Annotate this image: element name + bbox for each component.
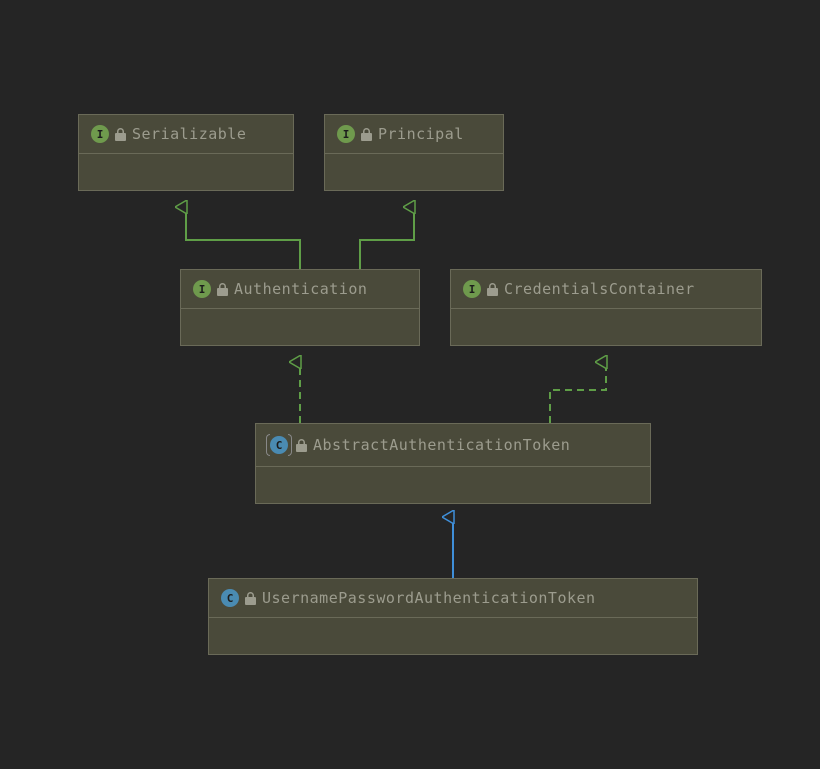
node-title: UsernamePasswordAuthenticationToken <box>262 589 596 607</box>
lock-icon <box>115 128 126 141</box>
interface-icon: I <box>463 280 481 298</box>
node-body <box>325 154 503 190</box>
class-icon: C <box>270 436 288 454</box>
lock-icon <box>487 283 498 296</box>
node-username-password-authentication-token[interactable]: C UsernamePasswordAuthenticationToken <box>208 578 698 655</box>
node-title: AbstractAuthenticationToken <box>313 436 570 454</box>
node-body <box>79 154 293 190</box>
edge-abstract-to-credentials <box>550 362 606 423</box>
lock-icon <box>296 439 307 452</box>
node-body <box>181 309 419 345</box>
node-title: Serializable <box>132 125 246 143</box>
node-title: Principal <box>378 125 464 143</box>
node-principal[interactable]: I Principal <box>324 114 504 191</box>
edge-auth-to-principal <box>360 207 414 269</box>
interface-icon: I <box>337 125 355 143</box>
node-header: I Serializable <box>79 115 293 154</box>
lock-icon <box>361 128 372 141</box>
node-serializable[interactable]: I Serializable <box>78 114 294 191</box>
interface-icon: I <box>91 125 109 143</box>
node-header: C AbstractAuthenticationToken <box>256 424 650 467</box>
node-header: C UsernamePasswordAuthenticationToken <box>209 579 697 618</box>
node-header: I Principal <box>325 115 503 154</box>
class-icon: C <box>221 589 239 607</box>
node-header: I Authentication <box>181 270 419 309</box>
node-title: CredentialsContainer <box>504 280 695 298</box>
lock-icon <box>245 592 256 605</box>
node-credentials-container[interactable]: I CredentialsContainer <box>450 269 762 346</box>
node-body <box>209 618 697 654</box>
lock-icon <box>217 283 228 296</box>
node-body <box>256 467 650 503</box>
node-title: Authentication <box>234 280 367 298</box>
node-body <box>451 309 761 345</box>
node-authentication[interactable]: I Authentication <box>180 269 420 346</box>
node-header: I CredentialsContainer <box>451 270 761 309</box>
interface-icon: I <box>193 280 211 298</box>
abstract-class-icon: C <box>268 434 290 456</box>
node-abstract-authentication-token[interactable]: C AbstractAuthenticationToken <box>255 423 651 504</box>
edge-auth-to-serializable <box>186 207 300 269</box>
uml-diagram-canvas: I Serializable I Principal I Authenticat… <box>0 0 820 769</box>
